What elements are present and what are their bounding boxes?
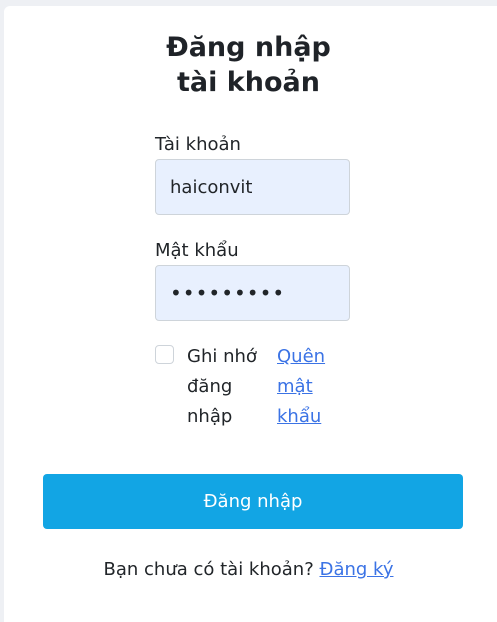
- forgot-link-line-3[interactable]: khẩu: [277, 402, 347, 432]
- remember-label-line-2: đăng: [187, 376, 233, 397]
- remember-label-line-1: Ghi nhớ: [187, 346, 257, 367]
- forgot-link-line-1[interactable]: Quên: [277, 342, 347, 372]
- title-line-2: tài khoản: [177, 67, 320, 98]
- password-input[interactable]: [155, 265, 350, 321]
- title-line-1: Đăng nhập: [166, 32, 331, 63]
- password-label: Mật khẩu: [155, 240, 239, 261]
- login-button[interactable]: Đăng nhập: [43, 474, 463, 529]
- remember-label: Ghi nhớ đăng nhập: [187, 342, 267, 432]
- username-input[interactable]: [155, 159, 350, 215]
- signup-prompt: Bạn chưa có tài khoản? Đăng ký: [0, 559, 497, 580]
- signup-prompt-text: Bạn chưa có tài khoản?: [103, 559, 314, 580]
- page-title: Đăng nhập tài khoản: [0, 30, 497, 100]
- remember-label-line-3: nhập: [187, 406, 233, 427]
- forgot-password-link[interactable]: Quên mật khẩu: [277, 342, 347, 432]
- signup-link[interactable]: Đăng ký: [320, 559, 394, 580]
- username-label: Tài khoản: [155, 134, 241, 155]
- forgot-link-line-2[interactable]: mật: [277, 372, 347, 402]
- remember-checkbox[interactable]: [155, 345, 174, 364]
